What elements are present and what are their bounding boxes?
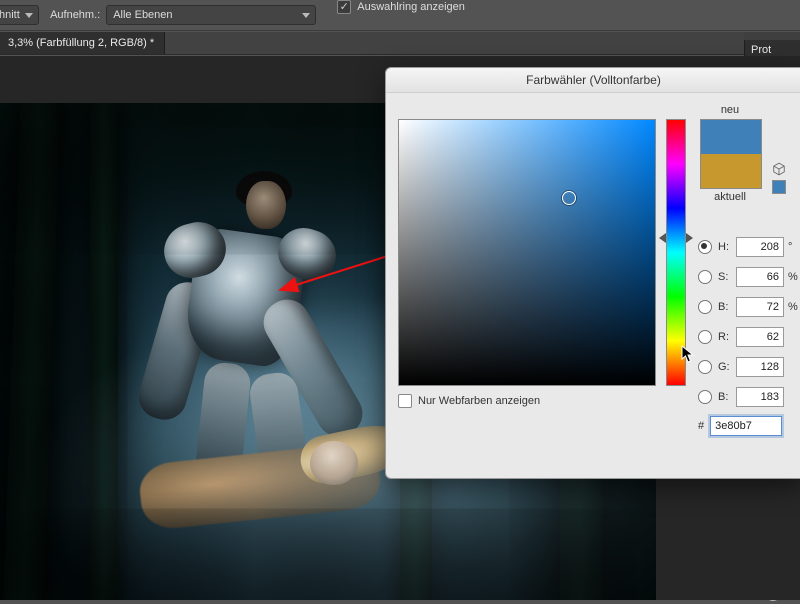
current-color-swatch[interactable] — [701, 154, 761, 188]
check-icon: ✓ — [340, 2, 349, 13]
show-sampling-ring-checkbox[interactable]: ✓ Auswahlring anzeigen — [337, 0, 465, 14]
options-bar: el Durchschnitt Aufnehm.: Alle Ebenen ✓ … — [0, 0, 800, 31]
hash-label: # — [698, 420, 704, 432]
saturation-value-field[interactable] — [398, 119, 656, 386]
color-picker-title[interactable]: Farbwähler (Volltonfarbe) — [386, 68, 800, 93]
color-field-label: S: — [718, 271, 736, 283]
web-colors-only-label: Nur Webfarben anzeigen — [418, 395, 540, 407]
color-field-label: R: — [718, 331, 736, 343]
color-mode-radio[interactable] — [698, 360, 712, 374]
color-field-input[interactable] — [736, 297, 784, 317]
color-field-input[interactable] — [736, 357, 784, 377]
color-mode-radio[interactable] — [698, 300, 712, 314]
color-picker-dialog: Farbwähler (Volltonfarbe) neu aktuell H:… — [385, 67, 800, 479]
document-tab-bar: 3,3% (Farbfüllung 2, RGB/8) * — [0, 32, 800, 55]
color-field-label: H: — [718, 241, 736, 253]
checkbox-box-icon: ✓ — [337, 0, 351, 14]
websafe-swatch-icon[interactable] — [772, 180, 786, 194]
color-mode-radio[interactable] — [698, 390, 712, 404]
sample-average-select-wrap: el Durchschnitt — [0, 5, 39, 25]
color-field-unit: ° — [788, 241, 800, 253]
color-field-r-rgb: R: — [698, 322, 800, 352]
color-mode-radio[interactable] — [698, 270, 712, 284]
color-field-unit: % — [788, 271, 800, 283]
color-field-g-rgb: G: — [698, 352, 800, 382]
color-field-unit: % — [788, 301, 800, 313]
color-values-group: H:°S:%B:%R:G:B: — [698, 232, 800, 412]
color-field-b: B:% — [698, 292, 800, 322]
sample-layers-label: Aufnehm.: — [50, 9, 100, 21]
color-picker-body: neu aktuell H:°S:%B:%R:G:B: # Nur Webfar… — [398, 104, 793, 466]
sv-cursor-icon — [562, 191, 576, 205]
web-colors-only-checkbox[interactable]: Nur Webfarben anzeigen — [398, 394, 540, 408]
document-title: 3,3% (Farbfüllung 2, RGB/8) * — [8, 37, 154, 49]
document-tab[interactable]: 3,3% (Farbfüllung 2, RGB/8) * — [0, 32, 165, 54]
color-field-s: S:% — [698, 262, 800, 292]
cube-icon[interactable] — [772, 162, 786, 176]
current-color-label: aktuell — [700, 191, 760, 203]
color-field-label: B: — [718, 301, 736, 313]
color-field-input[interactable] — [736, 237, 784, 257]
hue-slider[interactable] — [666, 119, 686, 386]
color-field-input[interactable] — [736, 387, 784, 407]
color-mode-radio[interactable] — [698, 330, 712, 344]
checkbox-box-icon — [398, 394, 412, 408]
hue-handle-right-icon — [686, 233, 693, 243]
color-field-label: B: — [718, 391, 736, 403]
color-field-input[interactable] — [736, 327, 784, 347]
hex-input[interactable] — [710, 416, 782, 436]
color-field-label: G: — [718, 361, 736, 373]
sample-average-select[interactable]: el Durchschnitt — [0, 5, 39, 25]
color-mode-radio[interactable] — [698, 240, 712, 254]
sample-layers-select-wrap: Alle Ebenen — [106, 5, 316, 25]
hue-handle-left-icon — [659, 233, 666, 243]
hex-row: # — [698, 416, 782, 436]
show-sampling-ring-label: Auswahlring anzeigen — [357, 1, 465, 13]
color-field-b-rgb: B: — [698, 382, 800, 412]
new-color-label: neu — [700, 104, 760, 116]
new-color-swatch[interactable] — [701, 120, 761, 154]
color-field-h: H: ° — [698, 232, 800, 262]
color-swatch — [700, 119, 762, 189]
sample-layers-select[interactable]: Alle Ebenen — [106, 5, 316, 25]
color-field-input[interactable] — [736, 267, 784, 287]
